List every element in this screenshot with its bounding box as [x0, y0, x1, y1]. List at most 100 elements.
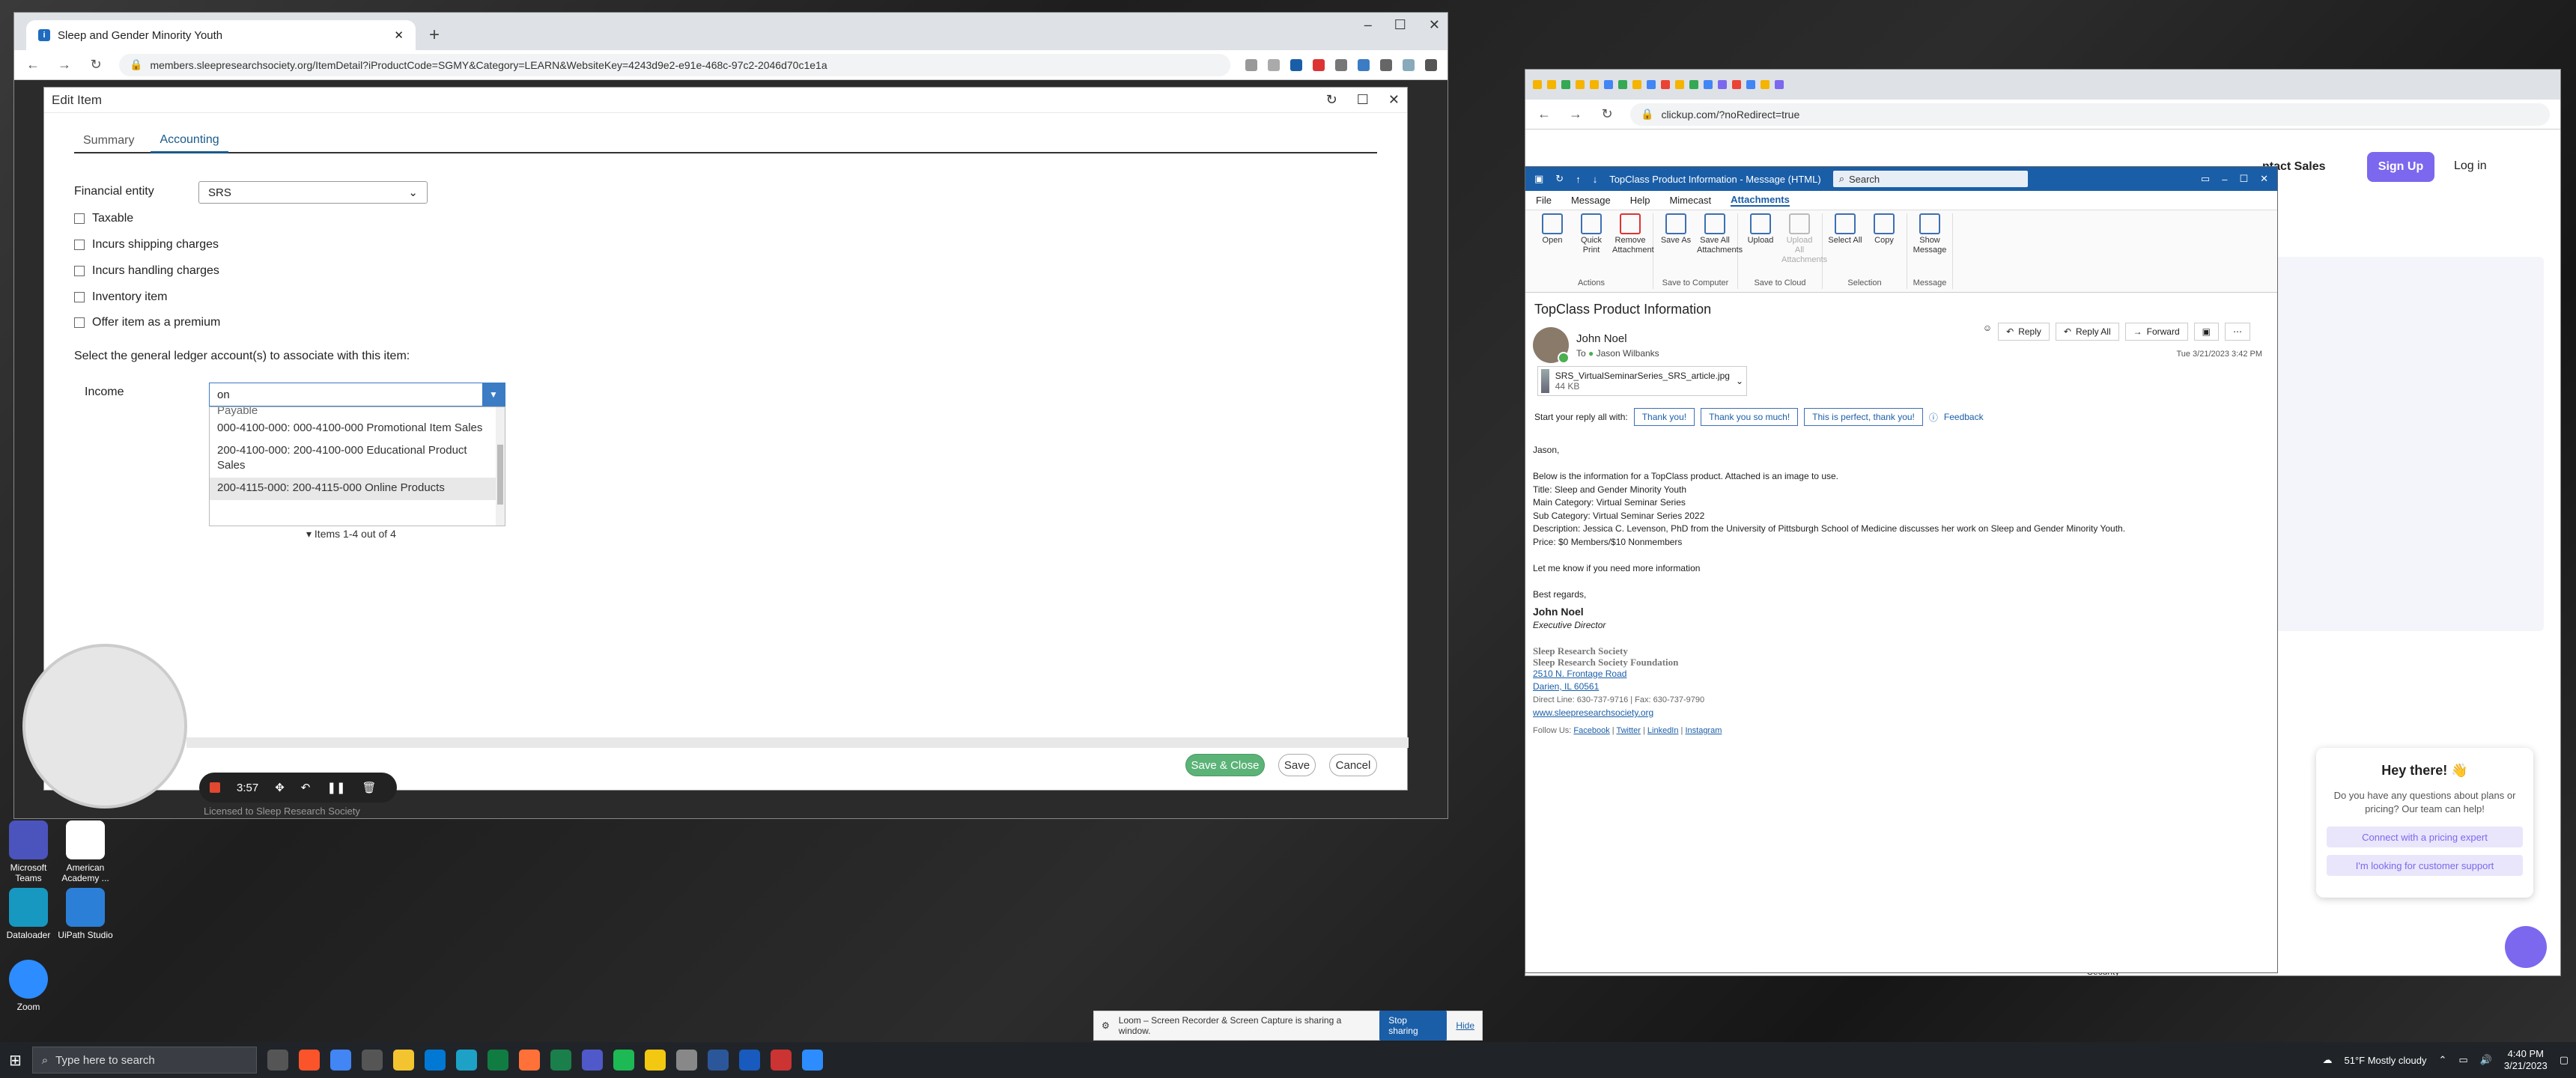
- list-item[interactable]: 200-4100-000: 200-4100-000 Educational P…: [210, 440, 505, 478]
- customer-support-button[interactable]: I'm looking for customer support: [2327, 855, 2523, 876]
- checkbox-box[interactable]: [74, 213, 85, 224]
- select-all-button[interactable]: Select All: [1827, 213, 1863, 246]
- spotify-icon[interactable]: [613, 1050, 634, 1071]
- close-window-button[interactable]: ✕: [1429, 17, 1440, 33]
- sender-name[interactable]: John Noel: [1576, 332, 1659, 345]
- desktop-icon-teams[interactable]: Microsoft Teams: [0, 820, 57, 883]
- tab-favicon-icon[interactable]: [1775, 80, 1784, 89]
- down-arrow-icon[interactable]: ↓: [1593, 174, 1598, 185]
- powerbi-icon[interactable]: [644, 1050, 666, 1071]
- show-message-button[interactable]: Show Message: [1912, 213, 1948, 255]
- tab-favicon-icon[interactable]: [1704, 80, 1713, 89]
- tab-favicon-icon[interactable]: [1561, 80, 1570, 89]
- copy-button[interactable]: Copy: [1866, 213, 1902, 246]
- star-icon[interactable]: [1268, 58, 1280, 71]
- new-tab-button[interactable]: +: [429, 25, 440, 46]
- forward-button[interactable]: → Forward: [2124, 323, 2188, 341]
- instagram-link[interactable]: Instagram: [1685, 726, 1722, 735]
- more-options-icon[interactable]: ⋯: [2225, 323, 2250, 341]
- tab-favicon-icon[interactable]: [1618, 80, 1627, 89]
- tab-favicon-icon[interactable]: [1675, 80, 1684, 89]
- income-input[interactable]: on: [210, 389, 482, 401]
- remove-attachment-button[interactable]: Remove Attachment: [1612, 213, 1654, 255]
- menu-help[interactable]: Help: [1630, 195, 1650, 206]
- checkbox-taxable[interactable]: Taxable: [74, 212, 133, 225]
- url-bar[interactable]: 🔒 clickup.com/?noRedirect=true: [1630, 103, 2550, 126]
- quick-reply-button[interactable]: Thank you!: [1633, 408, 1695, 426]
- reply-all-button[interactable]: ↶ Reply All: [2055, 323, 2119, 341]
- checkbox-premium[interactable]: Offer item as a premium: [74, 316, 220, 329]
- tab-favicon-icon[interactable]: [1689, 80, 1698, 89]
- undo-icon[interactable]: ↶: [301, 781, 311, 794]
- quick-reply-button[interactable]: This is perfect, thank you!: [1804, 408, 1923, 426]
- tab-favicon-icon[interactable]: [1761, 80, 1770, 89]
- reload-icon[interactable]: ↻: [88, 57, 104, 73]
- horizontal-scrollbar[interactable]: [186, 737, 1409, 748]
- tab-favicon-icon[interactable]: [1732, 80, 1741, 89]
- checkbox-box[interactable]: [74, 240, 85, 250]
- url-bar[interactable]: 🔒 members.sleepresearchsociety.org/ItemD…: [119, 53, 1230, 76]
- calculator-icon[interactable]: [675, 1050, 697, 1071]
- excel-icon[interactable]: [487, 1050, 508, 1071]
- menu-attachments[interactable]: Attachments: [1731, 194, 1790, 207]
- drawing-icon[interactable]: ✥: [275, 781, 285, 794]
- emoji-icon[interactable]: ☺: [1983, 323, 1992, 341]
- list-item[interactable]: 200-4115-000: 200-4115-000 Online Produc…: [210, 478, 505, 500]
- profile-icon[interactable]: [1403, 58, 1415, 71]
- puzzle-icon[interactable]: [1335, 58, 1347, 71]
- tab-summary[interactable]: Summary: [74, 130, 143, 152]
- address-link[interactable]: 2510 N. Frontage Road: [1533, 669, 1626, 679]
- checkbox-box[interactable]: [74, 317, 85, 328]
- save-close-button[interactable]: Save & Close: [1185, 754, 1265, 776]
- reload-icon[interactable]: ↻: [1599, 106, 1615, 122]
- pause-icon[interactable]: ❚❚: [326, 781, 345, 794]
- back-icon[interactable]: ←: [25, 57, 41, 73]
- desktop-icon-zoom[interactable]: Zoom: [0, 960, 57, 1012]
- address-link[interactable]: Darien, IL 60561: [1533, 681, 1599, 692]
- save-button[interactable]: Save: [1278, 754, 1316, 776]
- app-icon[interactable]: [550, 1050, 571, 1071]
- tab-favicon-icon[interactable]: [1647, 80, 1656, 89]
- list-item[interactable]: Payable: [210, 407, 505, 418]
- minimize-button[interactable]: –: [2222, 174, 2227, 185]
- maximize-icon[interactable]: ☐: [1357, 92, 1369, 108]
- avatar[interactable]: [1533, 327, 1570, 364]
- extension-icon[interactable]: [1313, 58, 1325, 71]
- chat-bubble-icon[interactable]: [2505, 926, 2547, 968]
- reply-button[interactable]: ↶ Reply: [1998, 323, 2050, 341]
- log-in-link[interactable]: Log in: [2454, 159, 2487, 173]
- attachment-card[interactable]: SRS_VirtualSeminarSeries_SRS_article.jpg…: [1537, 366, 1747, 396]
- close-window-button[interactable]: ✕: [2260, 173, 2268, 185]
- tab-favicon-icon[interactable]: [1533, 80, 1542, 89]
- desktop-icon-academy[interactable]: American Academy ...: [57, 820, 114, 883]
- facebook-link[interactable]: Facebook: [1573, 726, 1609, 735]
- word-icon[interactable]: [738, 1050, 760, 1071]
- chevron-down-icon[interactable]: ⌄: [1736, 376, 1743, 386]
- minimize-button[interactable]: –: [1364, 17, 1372, 33]
- close-tab-icon[interactable]: ✕: [394, 28, 404, 42]
- financial-entity-select[interactable]: SRS ⌄: [198, 181, 428, 204]
- browser-tab[interactable]: i Sleep and Gender Minority Youth ✕: [26, 20, 416, 50]
- sidebar-icon[interactable]: [1380, 58, 1392, 71]
- maximize-button[interactable]: ☐: [2239, 173, 2248, 185]
- forward-icon[interactable]: →: [1567, 106, 1584, 122]
- twitter-link[interactable]: Twitter: [1617, 726, 1641, 735]
- save-all-attachments-button[interactable]: Save All Attachments: [1697, 213, 1743, 255]
- checkbox-shipping[interactable]: Incurs shipping charges: [74, 238, 219, 252]
- tab-favicon-icon[interactable]: [1661, 80, 1670, 89]
- file-explorer-icon[interactable]: [392, 1050, 414, 1071]
- tab-favicon-icon[interactable]: [1547, 80, 1556, 89]
- chevron-up-icon[interactable]: ⌃: [2438, 1054, 2446, 1066]
- stop-record-icon[interactable]: [210, 782, 220, 793]
- save-as-button[interactable]: Save As: [1658, 213, 1694, 255]
- tab-favicon-icon[interactable]: [1632, 80, 1641, 89]
- save-icon[interactable]: ▣: [1534, 173, 1543, 185]
- scroll-thumb[interactable]: [497, 445, 503, 505]
- extension-icon[interactable]: [1290, 58, 1302, 71]
- notifications-icon[interactable]: ▢: [2560, 1054, 2569, 1066]
- taskbar-search[interactable]: ⌕ Type here to search: [31, 1047, 257, 1074]
- tab-favicon-icon[interactable]: [1590, 80, 1599, 89]
- clock[interactable]: 4:40 PM 3/21/2023: [2504, 1048, 2548, 1072]
- firefox-icon[interactable]: [518, 1050, 540, 1071]
- menu-dots-icon[interactable]: [1425, 58, 1437, 71]
